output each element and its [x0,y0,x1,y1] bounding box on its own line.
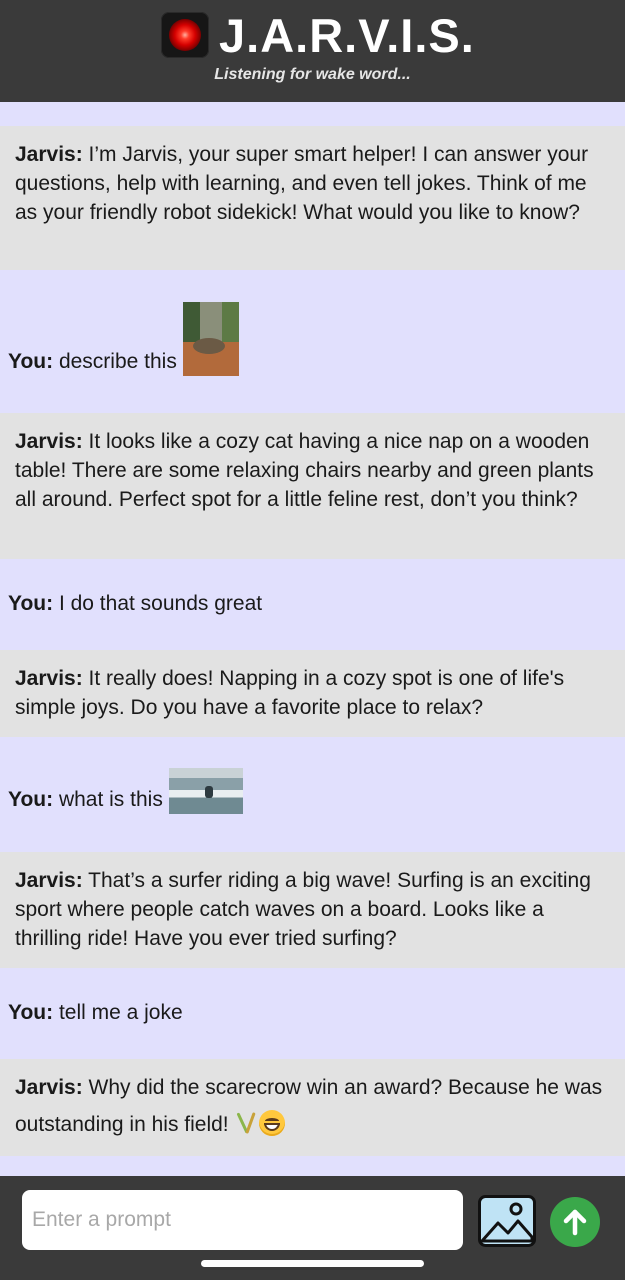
surfer-photo-thumbnail[interactable] [168,768,243,814]
user-message: You: describe this [0,270,625,413]
speaker-label: You: [8,1001,54,1024]
message-text: tell me a joke [53,1001,183,1024]
app-title: J.A.R.V.I.S. [219,9,475,62]
speaker-label: Jarvis: [15,430,83,453]
message-text: what is this [53,788,163,811]
home-indicator [201,1260,424,1267]
user-message: You: I do that sounds great [0,559,625,650]
jarvis-message: Jarvis: It really does! Napping in a coz… [0,650,625,737]
prompt-input[interactable] [22,1190,463,1250]
send-button[interactable] [550,1197,600,1247]
user-message-row: You: tell me a joke [8,998,183,1027]
jarvis-app: J.A.R.V.I.S. Listening for wake word... … [0,0,625,1280]
speaker-label: Jarvis: [15,869,83,892]
message-text: Why did the scarecrow win an award? Beca… [15,1076,603,1136]
message-text: That’s a surfer riding a big wave! Surfi… [15,869,591,950]
arrow-up-icon [563,1209,587,1236]
message-text: I do that sounds great [53,592,263,615]
speaker-label: Jarvis: [15,143,83,166]
message-text: It really does! Napping in a cozy spot i… [15,667,565,719]
message-text: describe this [53,350,177,373]
jarvis-message: Jarvis: That’s a surfer riding a big wav… [0,852,625,968]
speaker-label: You: [8,592,54,615]
message-text: I’m Jarvis, your super smart helper! I c… [15,143,589,224]
speaker-label: You: [8,788,54,811]
user-message-row: You: I do that sounds great [8,589,262,618]
jarvis-message: Jarvis: Why did the scarecrow win an awa… [0,1059,625,1156]
jarvis-message: Jarvis: It looks like a cozy cat having … [0,413,625,559]
speaker-label: Jarvis: [15,667,83,690]
user-message-row: You: what is this [8,768,243,814]
speaker-label: You: [8,350,54,373]
app-header: J.A.R.V.I.S. Listening for wake word... [0,0,625,102]
image-icon [478,1195,536,1247]
user-message: You: what is this [0,737,625,852]
user-message: You: tell me a joke [0,968,625,1059]
user-message-row: You: describe this [8,302,239,376]
grinning-face-icon [258,1110,285,1136]
wake-word-status: Listening for wake word... [214,66,411,83]
red-eye-icon [161,12,209,58]
upload-image-button[interactable] [478,1195,536,1247]
message-text: It looks like a cozy cat having a nice n… [15,430,594,511]
sheaf-of-rice-icon [233,1110,259,1136]
jarvis-message: Jarvis: I’m Jarvis, your super smart hel… [0,126,625,270]
eye-lens [169,19,201,51]
cat-photo-thumbnail[interactable] [182,302,239,376]
speaker-label: Jarvis: [15,1076,83,1099]
